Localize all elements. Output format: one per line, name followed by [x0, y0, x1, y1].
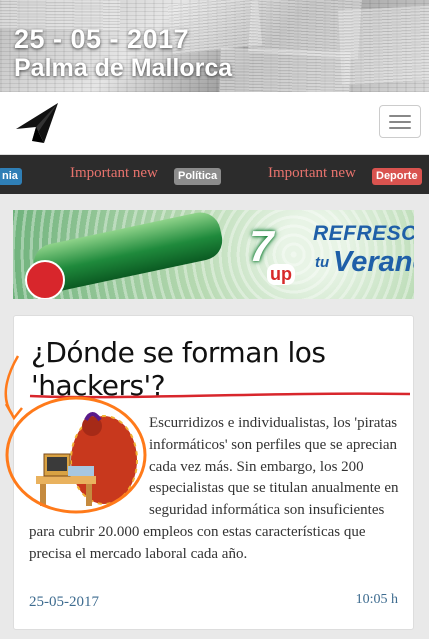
news-ticker: nia Important new Política Important new…	[0, 155, 429, 194]
menu-toggle-button[interactable]	[379, 105, 421, 138]
banner-date: 25 - 05 - 2017	[14, 24, 190, 54]
article-body-wrapper: Escurridizos e individualistas, los 'pir…	[29, 413, 401, 566]
ad-tagline: Verano	[333, 246, 414, 278]
image-float-spacer	[29, 413, 149, 521]
newspaper-clipping	[338, 5, 429, 86]
hamburger-bar	[389, 127, 411, 129]
category-badge[interactable]: Política	[174, 168, 222, 185]
hamburger-bar	[389, 115, 411, 117]
hamburger-bar	[389, 121, 411, 123]
paper-plane-icon[interactable]	[14, 101, 60, 145]
article-title[interactable]: ¿Dónde se forman los 'hackers'?	[31, 336, 401, 402]
header-banner: 25 - 05 - 2017 Palma de Mallorca	[0, 0, 429, 92]
ad-headline: REFRESCA	[313, 222, 414, 245]
advertisement-banner[interactable]: 7 up REFRESCA tu Verano	[13, 210, 414, 299]
ad-tagline-small: tu	[315, 254, 330, 271]
ticker-headline[interactable]: Important new	[268, 165, 356, 182]
article-time: 10:05 h	[355, 592, 398, 607]
brand-logo-icon	[25, 260, 65, 299]
category-badge[interactable]: nia	[0, 168, 22, 185]
brand-logo-suffix: up	[267, 264, 295, 285]
category-badge[interactable]: Deporte	[372, 168, 422, 185]
banner-city: Palma de Mallorca	[14, 54, 233, 82]
navbar	[0, 92, 429, 155]
article-date: 25-05-2017	[29, 594, 99, 610]
newspaper-clipping	[219, 47, 351, 92]
ticker-headline[interactable]: Important new	[70, 165, 158, 182]
